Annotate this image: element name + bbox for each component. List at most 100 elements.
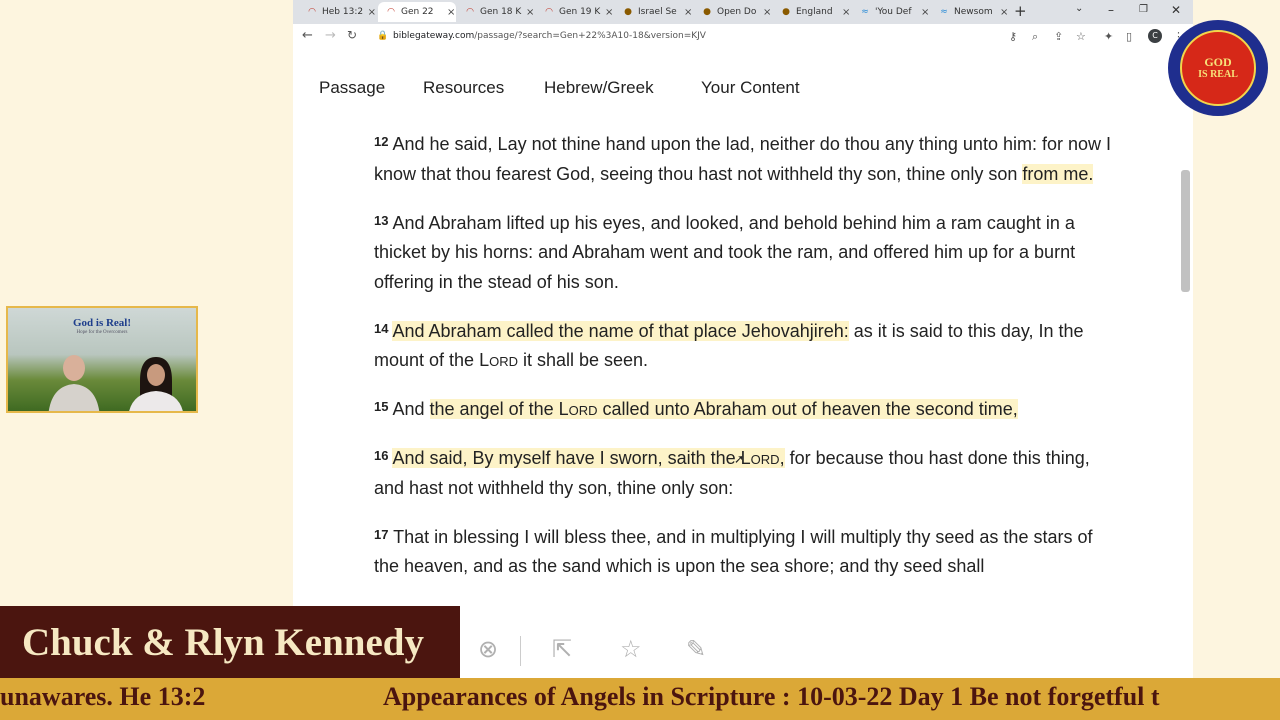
video-subtitle: Hope for the Overcomers [76, 330, 128, 335]
open-external-icon[interactable]: ⇱ [552, 635, 572, 663]
verse-number: 15 [374, 399, 389, 414]
site-icon: ● [703, 7, 711, 17]
minimize-icon[interactable]: – [1108, 3, 1114, 17]
verse-highlight-text: And said, By myself have I sworn, saith … [392, 448, 741, 468]
verse-text: And [392, 399, 430, 419]
toolbar-divider [520, 636, 521, 666]
tab-gen-22[interactable]: ◠ Gen 22 × [378, 2, 456, 22]
tab-label: Gen 19 K [559, 7, 601, 17]
site-icon: ≈ [940, 7, 948, 17]
verse-number: 13 [374, 212, 389, 228]
lord-smallcaps: Lord [558, 399, 598, 419]
reload-icon[interactable]: ↻ [347, 28, 357, 42]
tab-label: Gen 18 K [480, 7, 522, 17]
tab-gen-19[interactable]: ◠ Gen 19 K × [536, 2, 614, 22]
window-close-icon[interactable]: ✕ [1171, 3, 1181, 17]
bible-gateway-icon: ◠ [466, 7, 474, 17]
restore-icon[interactable]: ❐ [1139, 4, 1148, 15]
back-icon[interactable]: ← [302, 28, 313, 43]
tab-label: Heb 13:2 [322, 7, 364, 17]
key-icon[interactable]: ⚷ [1009, 30, 1017, 43]
site-nav: Passage Resources Hebrew/Greek Your Cont… [293, 50, 1193, 116]
bible-gateway-icon: ◠ [387, 7, 395, 17]
lower-third-name: Chuck & Rlyn Kennedy [0, 606, 460, 678]
verse-12: 12 And he said, Lay not thine hand upon … [374, 130, 1119, 189]
zoom-icon[interactable]: ⌕ [1032, 30, 1038, 44]
verse-17: 17 That in blessing I will bless thee, a… [374, 523, 1119, 582]
tab-england[interactable]: ● England × [773, 2, 851, 22]
church-logo: GOD IS REAL [1168, 20, 1268, 116]
close-icon[interactable]: × [842, 7, 850, 18]
tab-search-icon[interactable]: ⌄ [1075, 3, 1083, 14]
address-bar[interactable]: biblegateway.com/passage/?search=Gen+22%… [393, 31, 706, 41]
bookmark-star-icon[interactable]: ☆ [1076, 30, 1086, 43]
close-icon[interactable]: × [605, 7, 613, 18]
url-host: biblegateway.com [393, 31, 475, 41]
forward-icon[interactable]: → [325, 28, 336, 43]
nav-your-content[interactable]: Your Content [701, 78, 800, 98]
extensions-icon[interactable]: ✦ [1104, 30, 1113, 43]
verse-highlight-text: called unto Abraham out of heaven the se… [597, 399, 1018, 419]
passage-text: 12 And he said, Lay not thine hand upon … [374, 130, 1119, 601]
tab-israel[interactable]: ● Israel Se × [615, 2, 693, 22]
verse-number: 12 [374, 134, 389, 149]
verse-highlight-text: the angel of the [429, 399, 559, 419]
lord-smallcaps: Lord [740, 448, 780, 468]
tab-label: England [796, 7, 833, 17]
verse-14: 14 And Abraham called the name of that p… [374, 317, 1119, 376]
close-icon[interactable]: × [921, 7, 929, 18]
nav-hebrew-greek[interactable]: Hebrew/Greek [544, 78, 654, 98]
tab-label: 'You Def [875, 7, 912, 17]
verse-highlight: from me. [1022, 163, 1094, 184]
edit-note-icon[interactable]: ✎ [686, 635, 706, 663]
verse-number: 17 [374, 526, 389, 542]
side-panel-icon[interactable]: ▯ [1126, 30, 1132, 43]
verse-number: 14 [374, 320, 389, 336]
tab-label: Newsom [954, 7, 993, 17]
tab-open-doors[interactable]: ● Open Do × [694, 2, 772, 22]
tab-you-def[interactable]: ≈ 'You Def × [852, 2, 930, 22]
close-icon[interactable]: × [526, 7, 534, 18]
presenter-names: Chuck & Rlyn Kennedy [22, 621, 424, 664]
lord-smallcaps: Lord [479, 350, 518, 370]
new-tab-button[interactable]: + [1014, 2, 1027, 20]
verse-13: 13 And Abraham lifted up his eyes, and l… [374, 209, 1119, 298]
tab-label: Open Do [717, 7, 757, 17]
mouse-cursor-icon: ➚ [734, 452, 745, 466]
site-icon: ● [624, 7, 632, 17]
logo-line-2: IS REAL [1198, 69, 1238, 80]
ticker-text-a: unawares. He 13:2 [0, 682, 206, 711]
webcam-feed: God is Real! Hope for the Overcomers [6, 306, 198, 413]
tab-heb-13-2[interactable]: ◠ Heb 13:2 × [299, 2, 376, 22]
bible-gateway-icon: ◠ [545, 7, 553, 17]
verse-text: That in blessing I will bless thee, and … [374, 526, 1093, 577]
tab-gen-18[interactable]: ◠ Gen 18 K × [457, 2, 535, 22]
close-circle-icon[interactable]: ⊗ [478, 635, 498, 663]
verse-highlight: And Abraham called the name of that plac… [392, 320, 849, 341]
close-icon[interactable]: × [763, 7, 771, 18]
tab-label: Gen 22 [401, 7, 434, 17]
tab-label: Israel Se [638, 7, 677, 17]
presenter-woman [129, 357, 183, 411]
verse-number: 16 [374, 448, 389, 463]
ticker-text-b: Appearances of Angels in Scripture : 10-… [383, 682, 1160, 711]
logo-line-1: GOD [1204, 55, 1232, 69]
bible-gateway-icon: ◠ [308, 7, 316, 17]
site-icon: ≈ [861, 7, 869, 17]
tab-newsom[interactable]: ≈ Newsom × [931, 2, 1009, 22]
logo-seal: GOD IS REAL [1180, 30, 1256, 106]
scrollbar-thumb[interactable] [1181, 170, 1190, 292]
nav-passage[interactable]: Passage [319, 78, 385, 98]
presenter-man [48, 355, 100, 411]
profile-avatar[interactable]: C [1148, 29, 1162, 43]
tab-strip: ◠ Heb 13:2 × ◠ Gen 22 × ◠ Gen 18 K × ◠ G… [293, 0, 1193, 24]
reader-toolbar: ⊗ ⇱ ☆ ✎ [460, 625, 1180, 675]
close-icon[interactable]: × [368, 7, 376, 18]
close-icon[interactable]: × [447, 7, 455, 18]
close-icon[interactable]: × [684, 7, 692, 18]
nav-resources[interactable]: Resources [423, 78, 504, 98]
share-icon[interactable]: ⇪ [1054, 30, 1063, 43]
close-icon[interactable]: × [1000, 7, 1008, 18]
url-path: /passage/?search=Gen+22%3A10-18&version=… [474, 31, 706, 41]
favorite-star-icon[interactable]: ☆ [620, 635, 642, 663]
